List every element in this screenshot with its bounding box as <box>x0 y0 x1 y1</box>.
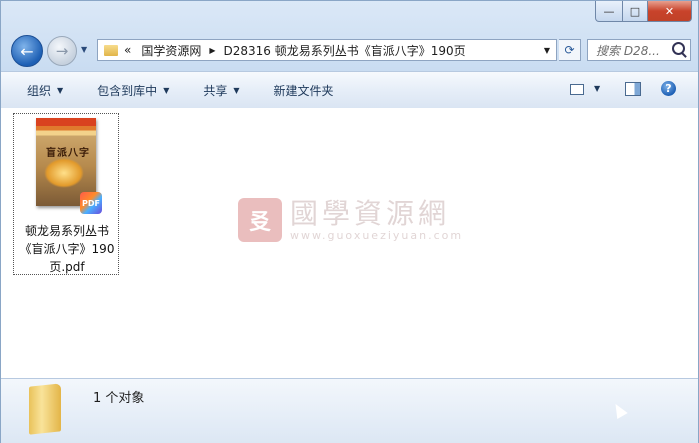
maximize-button[interactable]: □ <box>623 1 648 22</box>
back-arrow-icon: ← <box>20 41 34 61</box>
breadcrumb-separator-icon[interactable]: ▶ <box>209 46 215 55</box>
file-name: 顿龙易系列丛书《盲派八字》190页.pdf <box>19 224 115 274</box>
breadcrumb-item-current[interactable]: D28316 顿龙易系列丛书《盲派八字》190页 <box>224 42 466 59</box>
cover-title: 盲派八字 <box>46 148 90 159</box>
caption-buttons: — □ ✕ <box>595 1 692 22</box>
organize-label: 组织 <box>27 83 52 98</box>
new-folder-label: 新建文件夹 <box>273 83 334 98</box>
details-pane: 1 个对象 <box>1 378 698 443</box>
file-list[interactable]: 盲派八字 PDF 顿龙易系列丛书《盲派八字》190页.pdf 㕛 國學資源網 w… <box>1 108 698 378</box>
breadcrumb-overflow[interactable]: « <box>124 43 131 57</box>
cover-artwork <box>44 158 84 188</box>
back-button[interactable]: ← <box>11 35 43 67</box>
include-in-library-button[interactable]: 包含到库中 ▼ <box>97 82 169 99</box>
search-icon[interactable] <box>672 42 685 55</box>
search-box[interactable]: 搜索 D28... <box>587 39 691 61</box>
address-dropdown-icon[interactable]: ▼ <box>544 46 550 55</box>
watermark: 㕛 國學資源網 www.guoxueziyuan.com <box>238 198 463 242</box>
view-options-icon[interactable] <box>570 84 584 95</box>
breadcrumb-item-root[interactable]: 国学资源网 <box>141 42 201 59</box>
chevron-down-icon: ▼ <box>163 85 170 95</box>
explorer-window: — □ ✕ ← → ▼ « 国学资源网 ▶ D28316 顿龙易系列丛书《盲派八… <box>0 0 699 443</box>
item-count: 1 个对象 <box>93 391 145 406</box>
pdf-icon: PDF <box>80 192 102 214</box>
share-button[interactable]: 共享 ▼ <box>203 82 239 99</box>
new-folder-button[interactable]: 新建文件夹 <box>274 82 334 99</box>
view-options-dropdown-icon[interactable]: ▼ <box>594 84 600 93</box>
watermark-text: 國學資源網 www.guoxueziyuan.com <box>290 196 464 242</box>
close-button[interactable]: ✕ <box>648 1 692 22</box>
address-bar[interactable]: « 国学资源网 ▶ D28316 顿龙易系列丛书《盲派八字》190页 ▼ <box>97 39 557 61</box>
chevron-down-icon: ▼ <box>57 85 64 95</box>
refresh-icon: ⟳ <box>564 43 575 57</box>
preview-pane-icon[interactable] <box>625 82 641 96</box>
share-label: 共享 <box>203 83 228 98</box>
include-in-library-label: 包含到库中 <box>97 83 158 98</box>
refresh-button[interactable]: ⟳ <box>559 39 581 61</box>
search-input[interactable]: 搜索 D28... <box>596 42 660 59</box>
navigation-bar: — □ ✕ ← → ▼ « 国学资源网 ▶ D28316 顿龙易系列丛书《盲派八… <box>1 1 698 71</box>
organize-button[interactable]: 组织 ▼ <box>27 82 63 99</box>
watermark-en: www.guoxueziyuan.com <box>290 228 464 242</box>
mouse-cursor-icon <box>610 400 628 420</box>
folder-icon <box>104 44 118 56</box>
watermark-cn: 國學資源網 <box>290 196 451 230</box>
cover-banner <box>36 118 96 126</box>
forward-arrow-icon: → <box>55 42 69 60</box>
help-icon[interactable]: ? <box>661 81 676 96</box>
minimize-button[interactable]: — <box>595 1 623 22</box>
file-item[interactable]: 盲派八字 PDF 顿龙易系列丛书《盲派八字》190页.pdf <box>13 113 119 275</box>
folder-icon <box>29 383 61 435</box>
watermark-logo-icon: 㕛 <box>238 198 282 242</box>
recent-pages-dropdown[interactable]: ▼ <box>81 45 87 54</box>
chevron-down-icon: ▼ <box>233 85 240 95</box>
forward-button[interactable]: → <box>47 36 77 66</box>
